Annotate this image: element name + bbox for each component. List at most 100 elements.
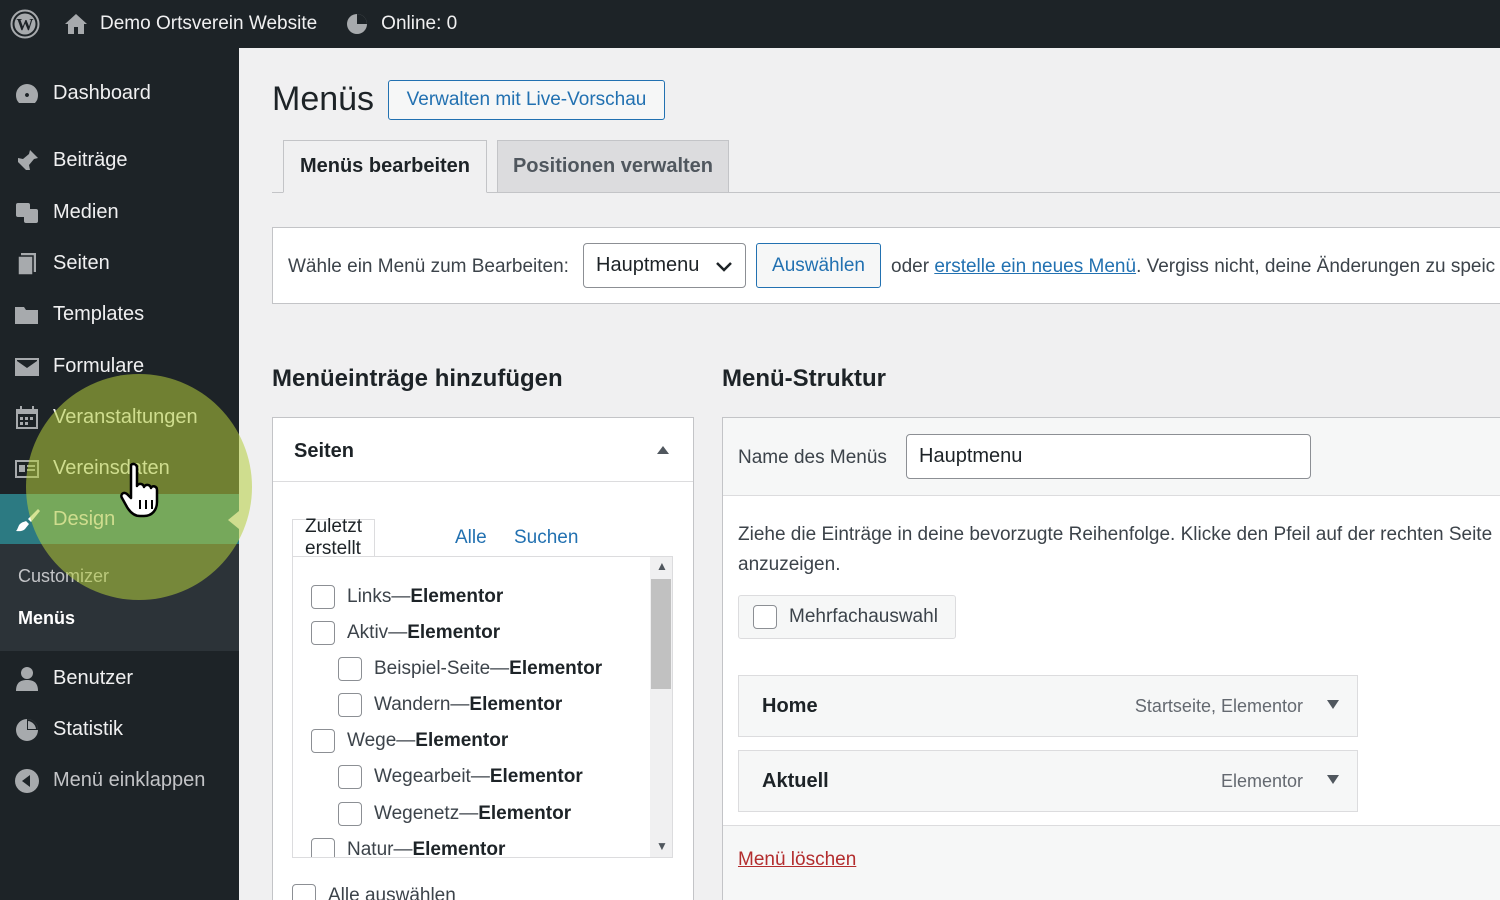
page-title: Menüs: [272, 80, 375, 118]
delete-menu-link[interactable]: Menü löschen: [738, 849, 856, 871]
live-preview-button[interactable]: Verwalten mit Live-Vorschau: [388, 80, 665, 120]
tab-zuletzt-erstellt[interactable]: Zuletzt erstellt: [292, 516, 376, 559]
separator: —: [391, 586, 411, 607]
sidebar-item-label: Design: [53, 508, 116, 530]
menu-entry-meta: Startseite, Elementor: [1134, 696, 1303, 716]
checkbox[interactable]: [292, 884, 316, 900]
online-text: Online: 0: [381, 13, 458, 34]
hand-cursor-icon: [120, 462, 164, 525]
pages-icon: [0, 251, 53, 277]
checkbox[interactable]: [338, 657, 362, 681]
list-item[interactable]: Aktiv — Elementor: [311, 621, 500, 645]
sidebar-item-label: Medien: [53, 201, 119, 223]
site-name: Demo Ortsverein Website: [100, 13, 318, 34]
menu-name-input[interactable]: Hauptmenu: [906, 434, 1311, 479]
submenu-menues[interactable]: Menüs: [18, 608, 75, 629]
tab-positionen-verwalten[interactable]: Positionen verwalten: [497, 140, 729, 193]
home-icon: [65, 14, 87, 34]
sidebar-item-label: Statistik: [53, 718, 124, 740]
sidebar-collapse[interactable]: Menü einklappen: [0, 755, 239, 806]
page-title-text: Wegearbeit: [374, 766, 471, 787]
checkbox[interactable]: [753, 605, 777, 629]
create-menu-link[interactable]: erstelle ein neues Menü: [934, 256, 1136, 277]
menu-name-label: Name des Menüs: [738, 447, 887, 468]
list-item[interactable]: Natur — Elementor: [311, 838, 505, 858]
scroll-down-icon[interactable]: ▼: [656, 839, 668, 853]
menu-entry-meta: Elementor: [1220, 771, 1303, 791]
checklist-scrollbar[interactable]: ▲ ▼: [650, 557, 672, 857]
menu-entry[interactable]: Aktuell Elementor: [738, 750, 1358, 812]
separator: —: [459, 803, 479, 824]
sidebar-item-label: Menü einklappen: [53, 769, 206, 791]
list-item[interactable]: Wandern — Elementor: [338, 693, 562, 717]
sidebar-item-statistik[interactable]: Statistik: [0, 704, 239, 755]
wordpress-logo-icon[interactable]: W: [0, 0, 50, 48]
sidebar-item-templates[interactable]: Templates: [0, 289, 239, 340]
list-item[interactable]: Wegearbeit — Elementor: [338, 765, 583, 789]
pie-chart-icon: [347, 14, 368, 34]
sidebar-item-seiten[interactable]: Seiten: [0, 238, 239, 289]
sidebar-item-label: Beiträge: [53, 149, 128, 171]
pages-panel-header[interactable]: Seiten: [273, 418, 693, 482]
tab-menues-bearbeiten[interactable]: Menüs bearbeiten: [283, 140, 487, 193]
checkbox[interactable]: [311, 838, 335, 857]
brush-icon: [0, 507, 53, 533]
sidebar-item-formulare[interactable]: Formulare: [0, 341, 239, 392]
sidebar-item-veranstaltungen[interactable]: Veranstaltungen: [0, 392, 239, 443]
page-title-text: Links: [347, 586, 392, 607]
menu-entry-title: Aktuell: [762, 770, 829, 792]
scrollbar-thumb[interactable]: [651, 579, 671, 689]
online-counter[interactable]: Online: 0: [331, 0, 471, 48]
sidebar-item-medien[interactable]: Medien: [0, 187, 239, 238]
mail-icon: [0, 357, 53, 377]
separator: —: [470, 766, 490, 787]
page-title-text: Aktiv: [347, 622, 389, 643]
checkbox[interactable]: [338, 802, 362, 826]
checkbox[interactable]: [311, 585, 335, 609]
checkbox[interactable]: [311, 621, 335, 645]
list-item[interactable]: Beispiel-Seite — Elementor: [338, 657, 602, 681]
checkbox[interactable]: [311, 729, 335, 753]
select-all[interactable]: Alle auswählen: [292, 884, 456, 900]
sidebar-item-dashboard[interactable]: Dashboard: [0, 68, 239, 119]
multi-select-label: Mehrfachauswahl: [789, 606, 938, 627]
tab-alle[interactable]: Alle: [443, 519, 499, 557]
list-item[interactable]: Wegenetz — Elementor: [338, 802, 571, 826]
checkbox[interactable]: [338, 693, 362, 717]
menu-select-label: Wähle ein Menü zum Bearbeiten:: [288, 256, 569, 277]
submenu-customizer[interactable]: Customizer: [18, 566, 109, 587]
select-menu-button[interactable]: Auswählen: [756, 243, 881, 288]
page-builder: Elementor: [415, 730, 509, 751]
page-builder: Elementor: [469, 694, 563, 715]
calendar-icon: [0, 405, 53, 431]
list-item[interactable]: Links — Elementor: [311, 585, 503, 609]
expand-arrow-icon[interactable]: [1327, 775, 1339, 784]
menu-select-dropdown[interactable]: Hauptmenu: [583, 243, 746, 288]
svg-text:W: W: [17, 15, 34, 34]
collapse-arrow-icon[interactable]: [657, 446, 669, 454]
site-name-link[interactable]: Demo Ortsverein Website: [50, 0, 331, 48]
menu-entry[interactable]: Home Startseite, Elementor: [738, 675, 1358, 737]
scroll-up-icon[interactable]: ▲: [656, 559, 668, 573]
design-submenu: Customizer Menüs: [0, 544, 239, 651]
structure-heading: Menü-Struktur: [722, 365, 886, 392]
sidebar-item-beitraege[interactable]: Beiträge: [0, 135, 239, 186]
sidebar-item-label: Seiten: [53, 252, 110, 274]
menu-entry-title: Home: [762, 695, 818, 717]
id-card-icon: [0, 459, 53, 479]
multi-select-button[interactable]: Mehrfachauswahl: [738, 595, 956, 639]
pages-checklist: Links — Elementor Aktiv — Elementor Beis…: [292, 556, 673, 858]
dropdown-value: Hauptmenu: [596, 254, 700, 276]
expand-arrow-icon[interactable]: [1327, 700, 1339, 709]
sidebar-item-benutzer[interactable]: Benutzer: [0, 653, 239, 704]
admin-bar: W Demo Ortsverein Website Online: 0: [0, 0, 1500, 48]
page-title-text: Natur: [347, 839, 394, 858]
checkbox[interactable]: [338, 765, 362, 789]
list-item[interactable]: Wege — Elementor: [311, 729, 508, 753]
separator: —: [450, 694, 470, 715]
page-builder: Elementor: [509, 658, 603, 679]
or-suffix: . Vergiss nicht, deine Änderungen zu spe…: [1136, 256, 1496, 277]
tab-suchen[interactable]: Suchen: [502, 519, 590, 557]
user-icon: [0, 666, 53, 692]
page-title-text: Beispiel-Seite: [374, 658, 491, 679]
